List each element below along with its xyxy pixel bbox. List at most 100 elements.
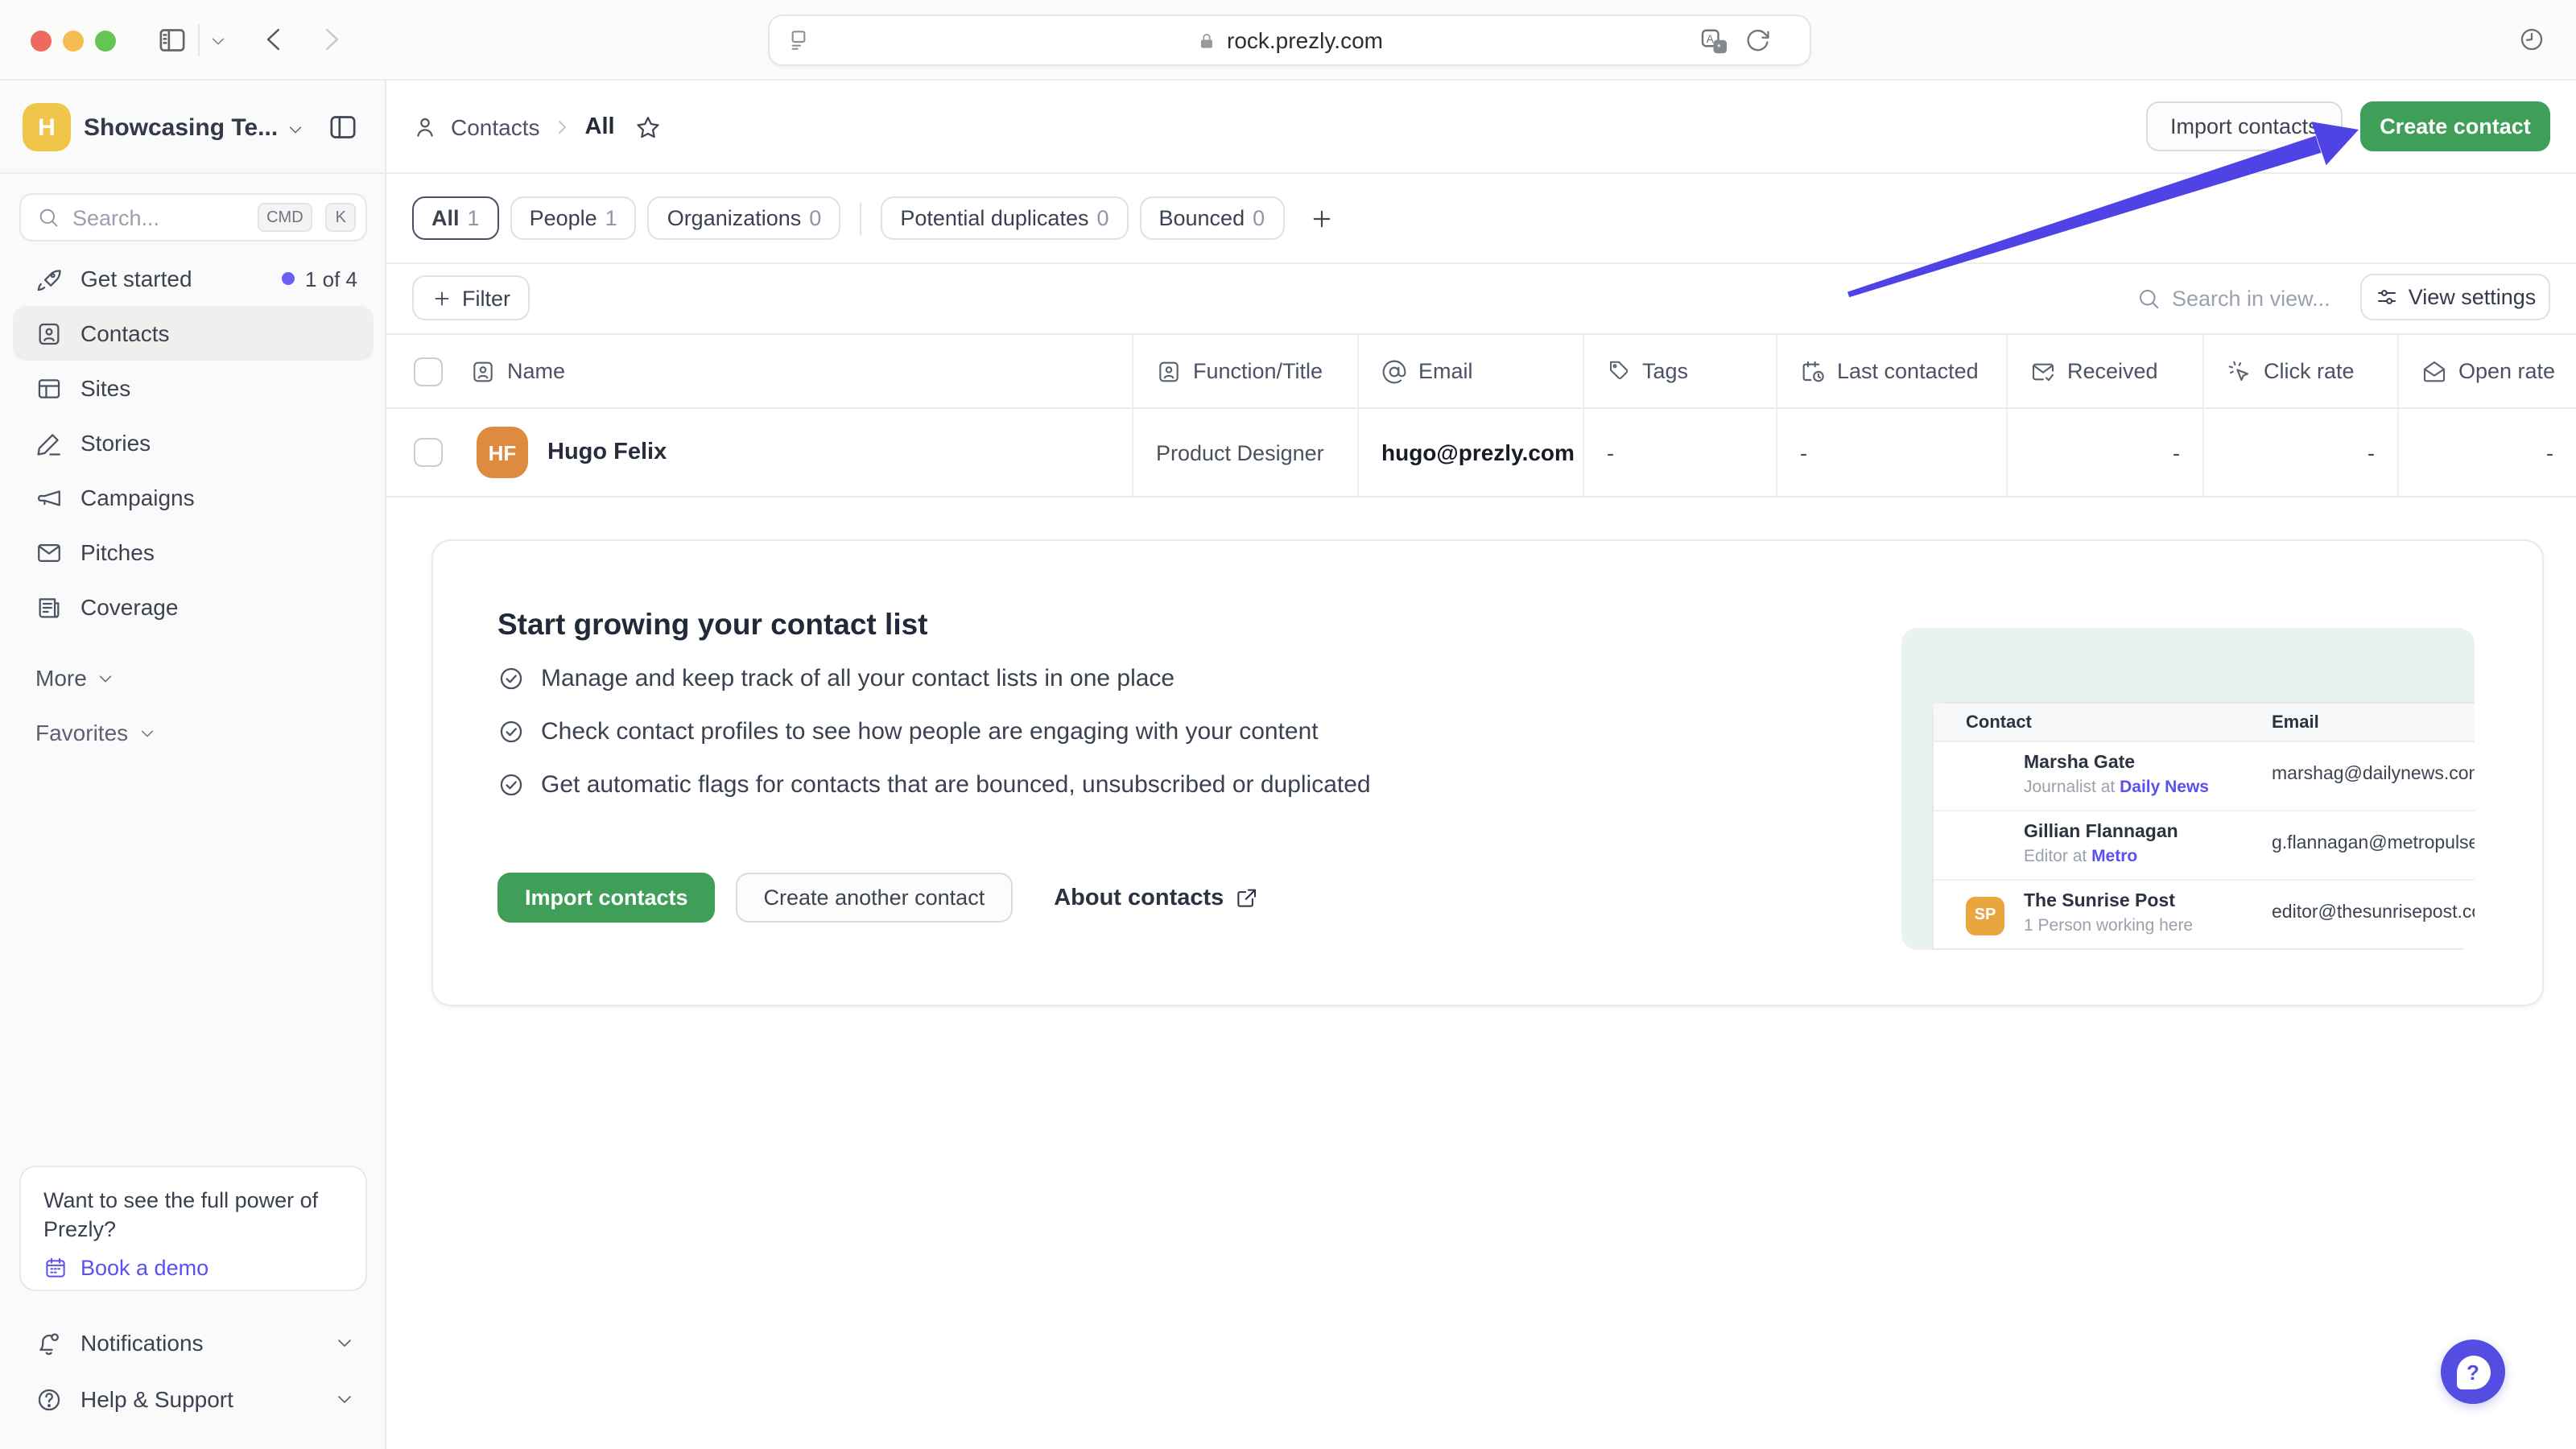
back-icon[interactable]: [259, 24, 290, 55]
filter-button[interactable]: Filter: [412, 275, 530, 320]
import-contacts-button-secondary[interactable]: Import contacts: [497, 873, 716, 923]
tab-count: 1: [468, 206, 480, 230]
preview-role: Journalist at: [2024, 778, 2115, 797]
translate-icon[interactable]: A*: [1700, 27, 1729, 56]
column-header-received[interactable]: Received: [2067, 359, 2158, 383]
column-header-open-rate[interactable]: Open rate: [2458, 359, 2555, 383]
history-clock-icon[interactable]: [2518, 26, 2545, 53]
table-header-row: Name Function/Title Email Tags Last cont…: [386, 333, 2576, 409]
chrome-divider: [198, 24, 200, 56]
id-card-icon: [1156, 358, 1182, 384]
row-checkbox[interactable]: [414, 438, 443, 467]
chevron-down-icon[interactable]: [209, 32, 227, 50]
sidebar-favorites[interactable]: Favorites: [35, 720, 155, 745]
about-contacts-link[interactable]: About contacts: [1054, 885, 1259, 910]
workspace-switcher[interactable]: H Showcasing Te...: [0, 80, 385, 174]
help-support-item[interactable]: Help & Support: [19, 1373, 367, 1425]
tab-label: Potential duplicates: [900, 206, 1088, 230]
tab-organizations[interactable]: Organizations 0: [648, 196, 841, 240]
url-bar[interactable]: rock.prezly.com A*: [768, 14, 1811, 66]
kbd-k: K: [326, 203, 356, 232]
calendar-icon: [43, 1257, 68, 1281]
bullet-item: Manage and keep track of all your contac…: [497, 665, 1174, 692]
view-tabs: All 1 People 1 Organizations 0 Potential…: [386, 174, 2576, 264]
contact-row[interactable]: HF Hugo Felix Product Designer hugo@prez…: [386, 409, 2576, 497]
sidebar-item-get-started[interactable]: Get started 1 of 4: [13, 251, 374, 306]
sidebar-item-label: Campaigns: [80, 485, 195, 510]
contact-click-rate: -: [2368, 440, 2375, 464]
column-header-click-rate[interactable]: Click rate: [2264, 359, 2355, 383]
tab-label: People: [530, 206, 597, 230]
forward-icon[interactable]: [316, 24, 346, 55]
check-circle-icon: [497, 665, 525, 692]
contact-function: Product Designer: [1156, 440, 1324, 464]
window-zoom-button[interactable]: [95, 30, 116, 51]
contact-received: -: [2173, 440, 2180, 464]
tag-icon: [1607, 359, 1631, 383]
tab-potential-duplicates[interactable]: Potential duplicates 0: [881, 196, 1128, 240]
search-input[interactable]: Search... CMD K: [19, 193, 367, 242]
contacts-table: Name Function/Title Email Tags Last cont…: [386, 333, 2576, 497]
collapse-sidebar-icon[interactable]: [327, 111, 359, 143]
progress-dot: [283, 272, 295, 285]
sites-icon: [35, 374, 63, 402]
import-contacts-button[interactable]: Import contacts: [2146, 101, 2343, 151]
tab-count: 1: [605, 206, 617, 230]
tab-people[interactable]: People 1: [510, 196, 637, 240]
add-view-icon[interactable]: [1308, 205, 1334, 231]
sidebar-more[interactable]: More: [35, 665, 114, 691]
sidebar-item-stories[interactable]: Stories: [13, 415, 374, 470]
preview-column-email: Email: [2272, 704, 2319, 742]
sidebar-item-coverage[interactable]: Coverage: [13, 580, 374, 634]
tab-separator: [860, 202, 861, 234]
at-sign-icon: [1381, 358, 1407, 384]
preview-email: marshag@dailynews.com: [2272, 765, 2475, 784]
sidebar-item-contacts[interactable]: Contacts: [13, 306, 374, 361]
browser-chrome: rock.prezly.com A*: [0, 0, 2576, 80]
promo-card: Want to see the full power of Prezly? Bo…: [19, 1166, 367, 1291]
preview-role: 1 Person working here: [2024, 916, 2193, 935]
breadcrumb-all[interactable]: All: [585, 114, 615, 140]
notifications-item[interactable]: Notifications: [19, 1317, 367, 1368]
filter-label: Filter: [462, 286, 510, 310]
tab-bounced[interactable]: Bounced 0: [1140, 196, 1285, 240]
help-bubble-icon: ?: [2456, 1355, 2490, 1389]
column-header-function[interactable]: Function/Title: [1193, 359, 1323, 383]
contact-open-rate: -: [2546, 440, 2553, 464]
book-demo-link[interactable]: Book a demo: [43, 1257, 343, 1281]
column-header-name[interactable]: Name: [507, 359, 565, 383]
sidebar-item-pitches[interactable]: Pitches: [13, 525, 374, 580]
sidebar-item-sites[interactable]: Sites: [13, 361, 374, 415]
help-fab-button[interactable]: ?: [2441, 1340, 2505, 1404]
contact-name[interactable]: Hugo Felix: [547, 440, 667, 465]
tab-count: 0: [1096, 206, 1108, 230]
about-contacts-label: About contacts: [1054, 885, 1224, 910]
window-minimize-button[interactable]: [63, 30, 84, 51]
id-card-icon: [470, 358, 496, 384]
calendar-clock-icon: [1800, 358, 1826, 384]
tab-all[interactable]: All 1: [412, 196, 499, 240]
bullet-item: Get automatic flags for contacts that ar…: [497, 771, 1371, 799]
empty-state-card: Start growing your contact list Manage a…: [431, 539, 2544, 1006]
sidebar-toggle-icon[interactable]: [156, 24, 188, 56]
create-contact-button[interactable]: Create contact: [2360, 101, 2550, 151]
window-close-button[interactable]: [31, 30, 52, 51]
tab-label: All: [431, 206, 460, 230]
search-in-view-placeholder: Search in view...: [2172, 286, 2330, 310]
breadcrumb-contacts[interactable]: Contacts: [451, 114, 540, 140]
contact-avatar: HF: [477, 427, 528, 478]
more-label: More: [35, 665, 87, 691]
search-in-view-input[interactable]: Search in view...: [2136, 275, 2330, 320]
sidebar-item-label: Get started: [80, 266, 192, 291]
reload-icon[interactable]: [1744, 27, 1771, 55]
star-icon[interactable]: [634, 114, 662, 141]
sidebar-item-campaigns[interactable]: Campaigns: [13, 470, 374, 525]
column-header-tags[interactable]: Tags: [1642, 359, 1688, 383]
column-header-last-contacted[interactable]: Last contacted: [1837, 359, 1979, 383]
select-all-checkbox[interactable]: [414, 357, 443, 386]
view-settings-label: View settings: [2409, 285, 2537, 309]
view-settings-button[interactable]: View settings: [2360, 274, 2550, 320]
preview-contact-name: The Sunrise Post: [2024, 892, 2175, 911]
column-header-email[interactable]: Email: [1418, 359, 1473, 383]
create-another-contact-button[interactable]: Create another contact: [737, 873, 1013, 923]
